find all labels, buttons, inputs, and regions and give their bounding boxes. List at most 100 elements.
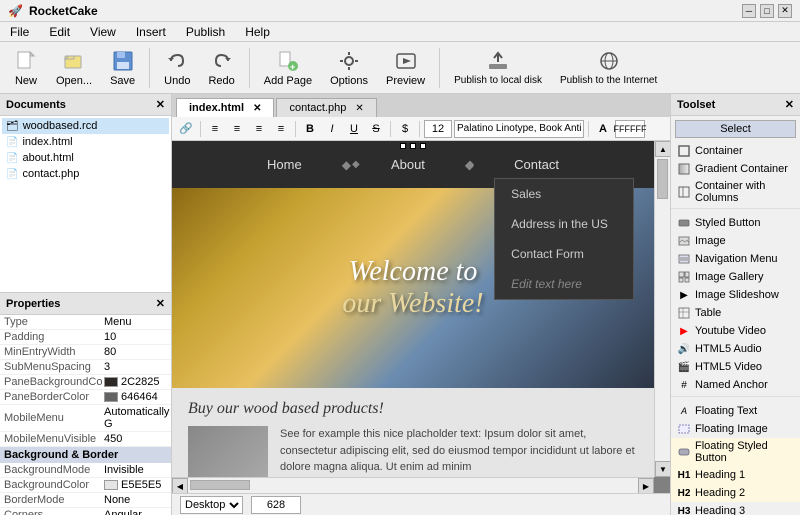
new-button[interactable]: New [8,47,44,89]
options-button[interactable]: Options [324,47,374,89]
hero-text-line2: our Website! [342,288,483,320]
documents-close-button[interactable]: ✕ [156,98,165,111]
nav-contact[interactable]: Contact Sales Address in the US Contact … [494,151,579,178]
scroll-thumb-v[interactable] [657,159,668,199]
doc-item-woodbased[interactable]: 🗂 woodbased.rcd [2,118,169,134]
nav-contact-label: Contact [514,157,559,172]
scroll-track-h[interactable] [188,478,638,493]
close-button[interactable]: ✕ [778,4,792,18]
tool-table[interactable]: Table [671,304,800,322]
maximize-button[interactable]: □ [760,4,774,18]
tool-container-columns[interactable]: Container with Columns [671,178,800,206]
menu-insert[interactable]: Insert [130,23,172,41]
scroll-down-button[interactable]: ▼ [655,461,670,477]
fmt-sep-3 [390,121,391,137]
tool-youtube[interactable]: ▶ Youtube Video [671,322,800,340]
fmt-indent-button[interactable]: $ [395,120,415,138]
tool-named-anchor[interactable]: # Named Anchor [671,376,800,394]
color-picker-button[interactable]: FFFFFF [615,120,645,138]
scroll-right-button[interactable]: ▶ [638,478,654,493]
fmt-align-right-button[interactable]: ≡ [249,120,269,138]
prop-min-entry-value: 80 [104,346,167,358]
save-button[interactable]: Save [104,47,141,89]
content-image [188,426,268,477]
properties-panel: Properties ✕ Type Menu Padding 10 MinEnt… [0,292,171,515]
tab-contact-close[interactable]: ✕ [355,103,363,114]
tool-image-gallery-label: Image Gallery [695,271,763,283]
tab-index[interactable]: index.html ✕ [176,98,274,117]
toolset-close-button[interactable]: ✕ [785,98,794,111]
tool-image-slideshow[interactable]: ▶ Image Slideshow [671,286,800,304]
prop-corners: Corners Angular [0,508,171,515]
dropdown-address[interactable]: Address in the US [495,209,633,239]
tool-image-gallery[interactable]: Image Gallery [671,268,800,286]
toolset-select-button[interactable]: Select [675,120,796,138]
view-mode-select[interactable]: Desktop Mobile Tablet [180,496,243,514]
fmt-align-center-button[interactable]: ≡ [227,120,247,138]
nav-home[interactable]: Home [247,151,322,178]
tool-html5-audio[interactable]: 🔊 HTML5 Audio [671,340,800,358]
fmt-italic-button[interactable]: I [322,120,342,138]
menu-publish[interactable]: Publish [180,23,231,41]
fmt-align-left-button[interactable]: ≡ [205,120,225,138]
tab-contact[interactable]: contact.php ✕ [276,98,376,117]
prop-type: Type Menu [0,315,171,330]
dropdown-edit-text[interactable]: Edit text here [495,269,633,299]
menu-view[interactable]: View [84,23,122,41]
prop-padding-value: 10 [104,331,167,343]
minimize-button[interactable]: ─ [742,4,756,18]
dropdown-contact-form[interactable]: Contact Form [495,239,633,269]
menu-help[interactable]: Help [239,23,276,41]
tool-image[interactable]: Image [671,232,800,250]
redo-button[interactable]: Redo [202,47,240,89]
scroll-thumb-h[interactable] [190,480,250,490]
tool-container[interactable]: Container [671,142,800,160]
doc-label-about: about.html [22,152,73,164]
fmt-underline-button[interactable]: U [344,120,364,138]
tool-nav-menu[interactable]: Navigation Menu [671,250,800,268]
fmt-sep-4 [419,121,420,137]
prop-pane-border-color[interactable]: PaneBorderColor 646464 [0,390,171,405]
tool-heading1[interactable]: H1 Heading 1 [671,466,800,484]
fmt-align-justify-button[interactable]: ≡ [271,120,291,138]
menu-file[interactable]: File [4,23,35,41]
tool-floating-text[interactable]: A Floating Text [671,402,800,420]
tool-floating-styled-button[interactable]: Floating Styled Button [671,438,800,466]
prop-pane-bg-color[interactable]: PaneBackgroundCo 2C2825 [0,375,171,390]
scroll-track-v[interactable] [655,157,670,461]
publish-internet-button[interactable]: Publish to the Internet [554,47,663,88]
prop-bg-color[interactable]: BackgroundColor E5E5E5 [0,478,171,493]
font-size-input[interactable] [424,120,452,138]
publish-local-button[interactable]: Publish to local disk [448,47,548,88]
preview-button[interactable]: Preview [380,47,431,89]
doc-item-index[interactable]: 📄 index.html [2,134,169,150]
fmt-bold-button[interactable]: B [300,120,320,138]
undo-button[interactable]: Undo [158,47,196,89]
scroll-left-button[interactable]: ◀ [172,478,188,493]
doc-item-about[interactable]: 📄 about.html [2,150,169,166]
tab-index-close[interactable]: ✕ [253,103,261,114]
open-button[interactable]: Open... [50,47,98,89]
prop-bg-color-label: BackgroundColor [4,479,104,491]
menu-edit[interactable]: Edit [43,23,76,41]
nav-about[interactable]: About [371,151,445,178]
canvas-width-input[interactable] [251,496,301,514]
fmt-link-button[interactable]: 🔗 [176,120,196,138]
font-family-input[interactable] [454,120,584,138]
fmt-text-color-indicator[interactable]: A [593,120,613,138]
add-page-button[interactable]: + Add Page [258,47,318,89]
fmt-strike-button[interactable]: S [366,120,386,138]
doc-item-contact[interactable]: 📄 contact.php [2,166,169,182]
scroll-up-button[interactable]: ▲ [655,141,670,157]
tool-heading3[interactable]: H3 Heading 3 [671,502,800,515]
tool-styled-button[interactable]: Styled Button [671,214,800,232]
tool-gradient-container[interactable]: Gradient Container [671,160,800,178]
tool-heading2[interactable]: H2 Heading 2 [671,484,800,502]
tool-floating-image[interactable]: Floating Image [671,420,800,438]
tool-html5-video[interactable]: 🎬 HTML5 Video [671,358,800,376]
documents-list: 🗂 woodbased.rcd 📄 index.html 📄 about.htm… [0,116,171,292]
prop-mobile-visible-label: MobileMenuVisible [4,433,104,445]
dropdown-sales[interactable]: Sales [495,179,633,209]
prop-min-entry-label: MinEntryWidth [4,346,104,358]
properties-close-button[interactable]: ✕ [156,297,165,310]
